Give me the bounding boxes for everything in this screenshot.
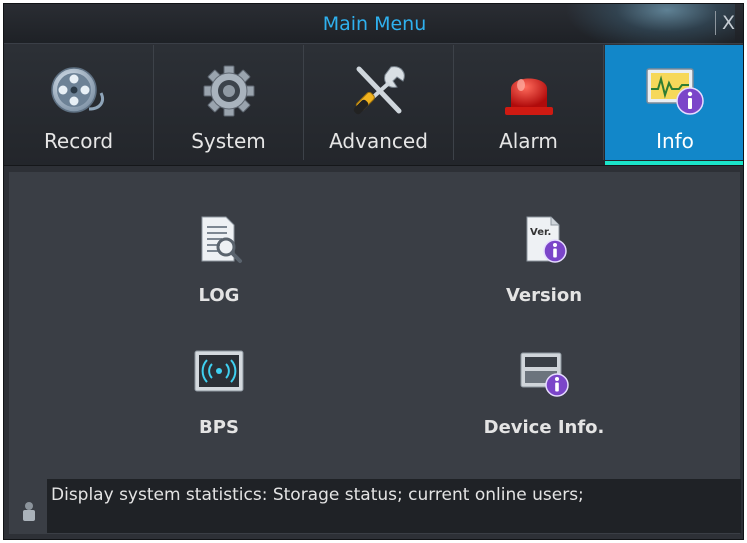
version-label: Version bbox=[505, 285, 583, 306]
status-text: Display system statistics: Storage statu… bbox=[51, 485, 584, 505]
tab-record[interactable]: Record bbox=[4, 45, 154, 160]
lock-icon bbox=[23, 502, 35, 521]
log-item[interactable]: LOG bbox=[119, 215, 319, 325]
main-menu-window: Main Menu X Record System Advanced Alarm… bbox=[3, 3, 744, 540]
tab-system-label: System bbox=[191, 129, 266, 153]
window-title: Main Menu bbox=[322, 13, 427, 35]
film-reel-icon bbox=[51, 67, 104, 113]
tab-advanced[interactable]: Advanced bbox=[304, 45, 454, 160]
bps-signal-icon bbox=[194, 350, 244, 392]
device-info-label: Device Info. bbox=[483, 417, 605, 438]
tab-alarm[interactable]: Alarm bbox=[454, 45, 604, 160]
bps-label: BPS bbox=[199, 417, 239, 438]
bps-item[interactable]: BPS bbox=[119, 347, 319, 457]
info-monitor-icon bbox=[646, 68, 704, 115]
title-bar: Main Menu X bbox=[4, 4, 743, 54]
device-info-item[interactable]: Device Info. bbox=[444, 347, 644, 457]
tab-info[interactable]: Info bbox=[605, 45, 743, 160]
tab-info-label: Info bbox=[656, 129, 694, 153]
tools-icon bbox=[353, 66, 405, 115]
alarm-light-icon bbox=[505, 78, 553, 115]
gear-icon bbox=[203, 65, 255, 117]
status-bar: Display system statistics: Storage statu… bbox=[47, 479, 741, 533]
version-item[interactable]: Ver. Version bbox=[444, 215, 644, 325]
tab-bar: Record System Advanced Alarm Info bbox=[4, 45, 743, 166]
tab-record-label: Record bbox=[43, 129, 114, 153]
tab-advanced-label: Advanced bbox=[329, 129, 428, 153]
log-label: LOG bbox=[198, 285, 240, 306]
active-tab-indicator bbox=[605, 161, 743, 165]
version-info-icon: Ver. bbox=[526, 216, 567, 263]
log-document-icon bbox=[201, 216, 242, 263]
close-button[interactable]: X bbox=[715, 11, 737, 35]
tab-alarm-label: Alarm bbox=[499, 129, 558, 153]
svg-text:Ver.: Ver. bbox=[530, 227, 551, 238]
tab-system[interactable]: System bbox=[154, 45, 304, 160]
device-info-icon bbox=[520, 352, 569, 397]
